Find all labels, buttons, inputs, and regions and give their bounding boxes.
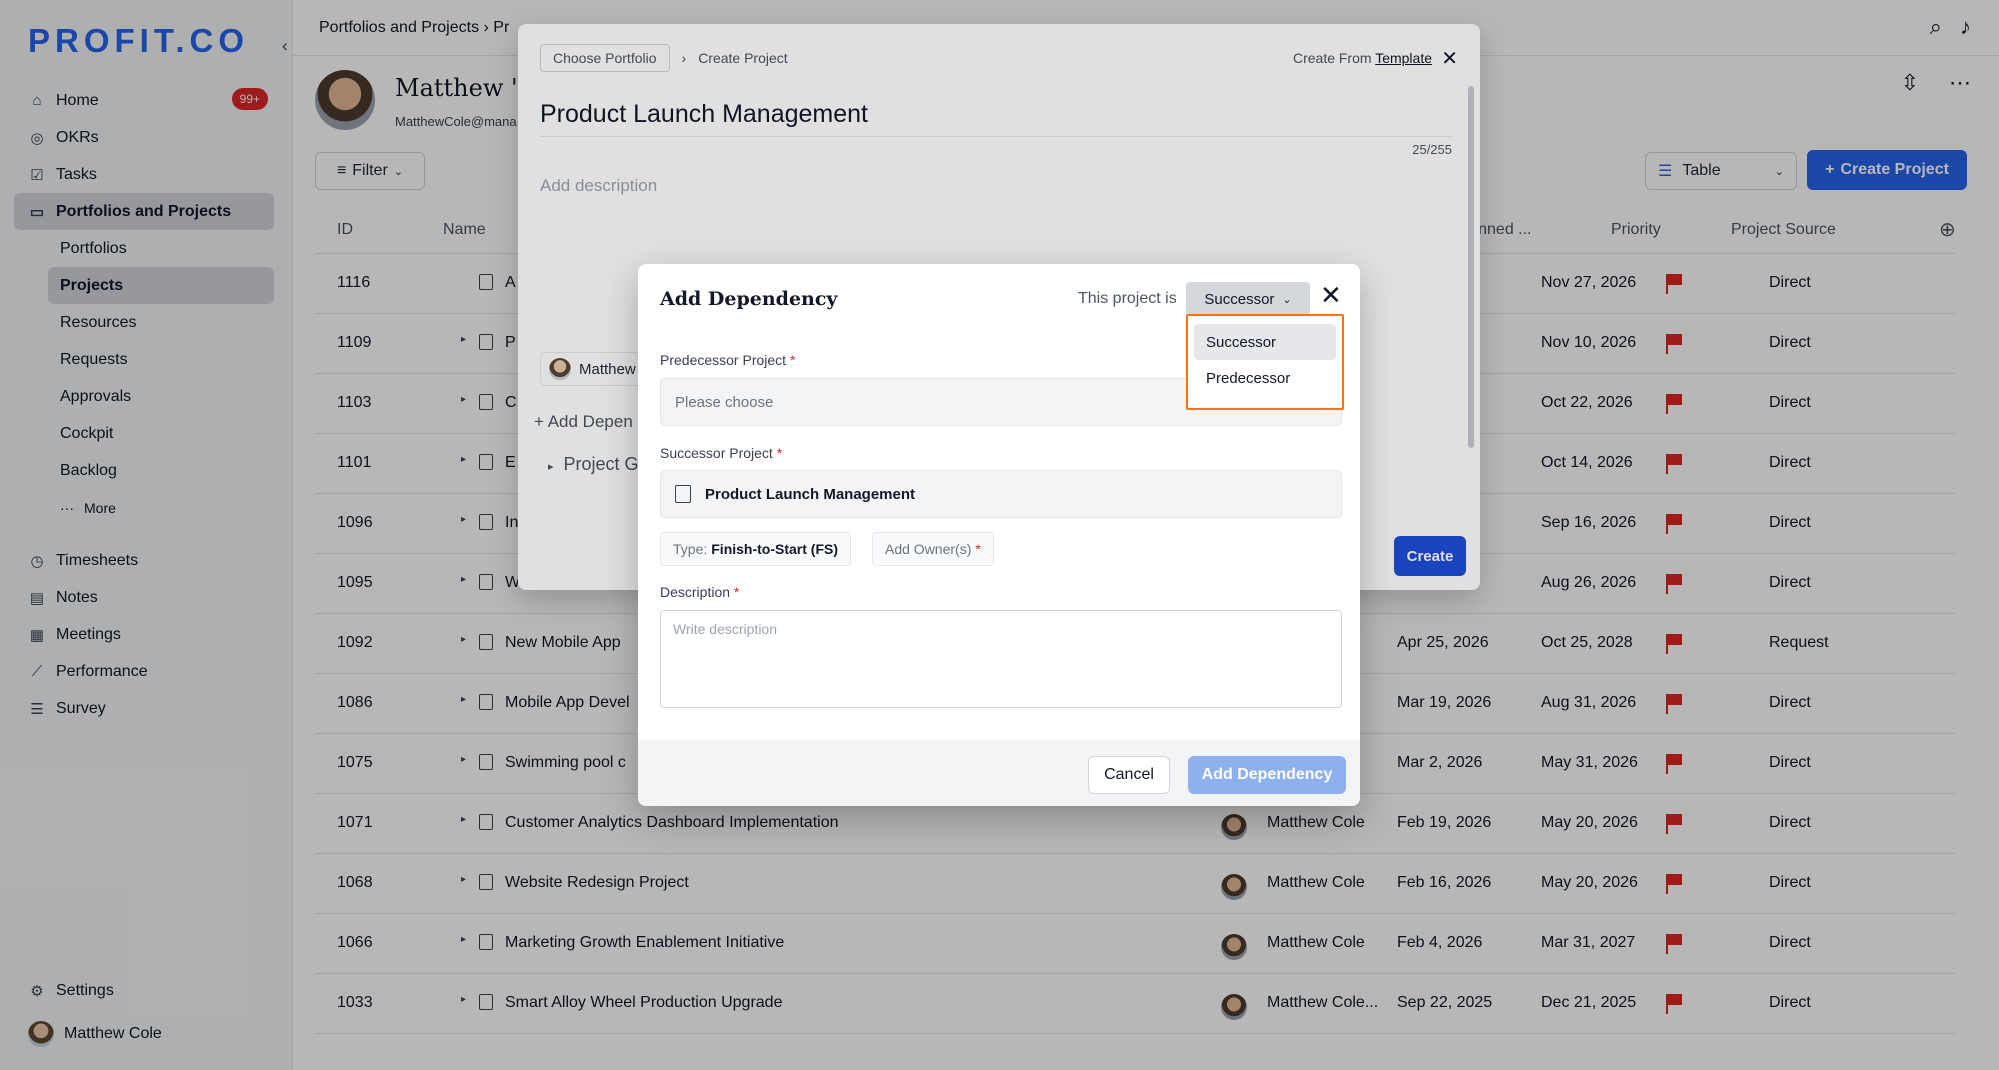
cancel-button[interactable]: Cancel [1088,756,1170,794]
successor-label: Successor Project * [660,445,782,461]
add-owners-label: Add Owner(s) [885,541,972,557]
dialog-footer: Cancel Add Dependency [638,740,1360,806]
type-value: Finish-to-Start (FS) [711,541,839,557]
successor-label-text: Successor Project [660,445,773,461]
relation-selected: Successor [1204,290,1275,308]
type-label: Type: [673,541,708,557]
relation-select[interactable]: Successor ⌄ [1186,282,1310,316]
relation-dropdown: Successor Predecessor [1186,314,1344,410]
required-mark: * [776,445,783,461]
dependency-type-select[interactable]: Type: Finish-to-Start (FS) [660,532,852,566]
description-label-text: Description [660,584,731,600]
description-textarea[interactable]: Write description [660,610,1342,708]
successor-value: Product Launch Management [705,485,916,503]
option-predecessor[interactable]: Predecessor [1194,360,1336,396]
close-icon[interactable]: ✕ [1320,282,1342,308]
chevron-down-icon: ⌄ [1282,293,1292,306]
document-icon [675,485,691,503]
predecessor-placeholder: Please choose [675,393,774,411]
description-label: Description * [660,584,739,600]
predecessor-label-text: Predecessor Project [660,352,787,368]
required-mark: * [789,352,796,368]
required-mark: * [733,584,740,600]
successor-field[interactable]: Product Launch Management [660,470,1342,518]
this-project-is-label: This project is [1078,290,1177,307]
predecessor-label: Predecessor Project * [660,352,795,368]
add-owners-button[interactable]: Add Owner(s) * [872,532,994,566]
option-successor[interactable]: Successor [1194,324,1336,360]
required-mark: * [975,541,981,557]
dialog-title: Add Dependency [660,288,838,310]
add-dependency-button[interactable]: Add Dependency [1188,756,1346,794]
